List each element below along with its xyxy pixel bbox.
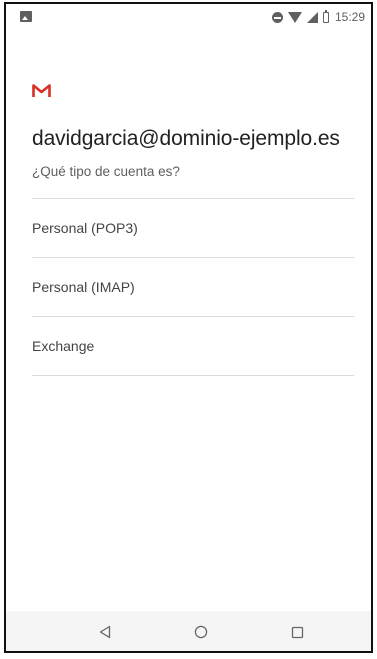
account-type-list: Personal (POP3) Personal (IMAP) Exchange [32, 198, 354, 376]
option-personal-pop3[interactable]: Personal (POP3) [32, 199, 354, 258]
signal-icon [306, 11, 318, 23]
navigation-bar [6, 611, 371, 651]
account-email: davidgarcia@dominio-ejemplo.es [32, 127, 340, 150]
do-not-disturb-icon [271, 11, 283, 23]
gmail-logo [32, 84, 51, 97]
option-exchange[interactable]: Exchange [32, 317, 354, 376]
home-icon [194, 625, 208, 639]
status-time: 15:29 [334, 10, 365, 24]
recent-apps-icon [291, 626, 303, 638]
image-notification-icon [20, 11, 32, 22]
back-button[interactable] [96, 624, 114, 640]
wifi-icon [287, 11, 302, 23]
option-personal-imap[interactable]: Personal (IMAP) [32, 258, 354, 317]
account-type-question: ¿Qué tipo de cuenta es? [32, 164, 180, 179]
recent-apps-button[interactable] [288, 624, 306, 640]
phone-frame: 15:29 davidgarcia@dominio-ejemplo.es ¿Qu… [4, 2, 373, 653]
back-icon [99, 625, 111, 639]
status-bar: 15:29 [6, 4, 371, 32]
battery-icon [322, 9, 329, 23]
home-button[interactable] [192, 624, 210, 640]
status-icons: 15:29 [271, 8, 365, 26]
